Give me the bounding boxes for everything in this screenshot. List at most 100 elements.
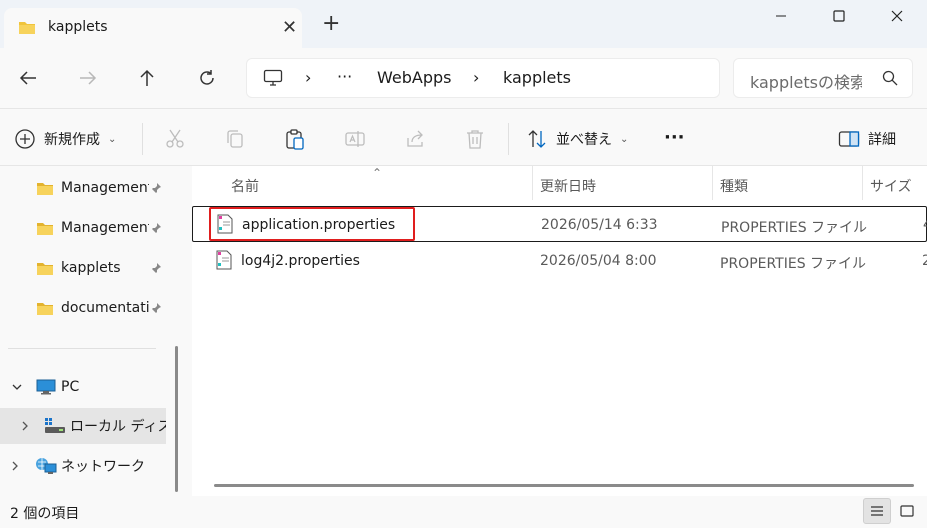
chevron-down-icon: ⌄	[620, 133, 629, 145]
maximize-button[interactable]	[816, 4, 862, 28]
file-size: 4	[923, 217, 927, 233]
column-divider[interactable]	[862, 166, 863, 200]
tab-kapplets[interactable]: kapplets ✕	[4, 8, 302, 48]
sidebar-item-local-disk[interactable]: ローカル ディスク	[0, 408, 166, 444]
table-row[interactable]: log4j2.properties 2026/05/04 8:00 PROPER…	[192, 243, 927, 279]
new-button[interactable]: 新規作成 ⌄	[14, 127, 116, 151]
details-pane-icon	[838, 131, 860, 147]
sort-button[interactable]: 並べ替え ⌄	[526, 127, 628, 151]
sidebar-item-pc[interactable]: PC	[0, 369, 170, 405]
column-divider[interactable]	[712, 166, 713, 200]
file-type: PROPERTIES ファイル	[721, 220, 868, 236]
horizontal-scrollbar[interactable]	[214, 484, 914, 487]
breadcrumb-ellipsis[interactable]: ···	[337, 67, 352, 86]
pc-icon	[36, 379, 56, 395]
drive-icon	[45, 418, 65, 433]
paste-icon[interactable]	[284, 128, 306, 150]
details-pane-label: 詳細	[868, 132, 896, 148]
pin-icon	[151, 263, 161, 274]
sidebar-item-label: PC	[61, 379, 80, 395]
delete-icon[interactable]	[464, 128, 486, 150]
file-size: 2	[922, 253, 927, 269]
sort-ascending-icon: ⌃	[372, 166, 383, 180]
sidebar-item-kapplets[interactable]: kapplets	[0, 250, 170, 286]
close-window-button[interactable]	[874, 4, 920, 28]
sidebar-divider	[8, 348, 156, 349]
file-icon	[216, 250, 232, 270]
tiles-view-icon	[900, 505, 914, 517]
sort-icon	[528, 130, 546, 148]
list-view-icon	[871, 506, 883, 516]
highlight-box	[209, 207, 415, 241]
new-button-label: 新規作成	[44, 132, 100, 148]
forward-button[interactable]	[76, 66, 100, 90]
column-header-size[interactable]: サイズ	[870, 176, 912, 196]
search-input[interactable]: kappletsの検索	[750, 69, 862, 93]
status-bar: 2 個の項目	[0, 496, 927, 528]
title-bar: kapplets ✕ +	[0, 0, 927, 48]
address-bar[interactable]: › ··· WebApps › kapplets	[246, 58, 720, 98]
sidebar-item-label: ローカル ディスク	[70, 419, 166, 435]
chevron-right-icon[interactable]	[10, 461, 20, 471]
column-header-type[interactable]: 種類	[720, 176, 748, 196]
details-pane-button[interactable]: 詳細	[838, 127, 896, 151]
sidebar-item-label: documentation	[61, 300, 149, 316]
up-button[interactable]	[135, 66, 159, 90]
divider	[142, 123, 143, 155]
file-date: 2026/05/04 8:00	[540, 253, 657, 269]
breadcrumb-webapps[interactable]: WebApps	[377, 68, 451, 87]
sidebar-item-documentation[interactable]: documentation	[0, 290, 170, 326]
breadcrumb-kapplets[interactable]: kapplets	[503, 68, 571, 87]
sidebar-item-label: ネットワーク	[61, 459, 145, 475]
tiles-view-button[interactable]	[893, 498, 921, 524]
sidebar-item-network[interactable]: ネットワーク	[0, 448, 170, 484]
search-box[interactable]: kappletsの検索	[733, 58, 913, 98]
search-icon[interactable]	[882, 70, 898, 90]
divider	[508, 123, 509, 155]
item-count: 2 個の項目	[10, 506, 80, 522]
plus-circle-icon	[15, 129, 35, 149]
sidebar-item-label: kapplets	[61, 260, 121, 276]
new-tab-button[interactable]: +	[322, 13, 340, 35]
chevron-right-icon: ›	[473, 68, 480, 87]
column-divider[interactable]	[532, 166, 533, 200]
chevron-down-icon: ⌄	[108, 133, 117, 145]
file-name[interactable]: log4j2.properties	[241, 253, 360, 269]
file-type: PROPERTIES ファイル	[720, 256, 867, 272]
column-header-name[interactable]: 名前	[231, 176, 259, 196]
pin-icon	[151, 303, 161, 314]
network-icon	[36, 458, 57, 474]
back-button[interactable]	[16, 66, 40, 90]
address-row: › ··· WebApps › kapplets kappletsの検索	[0, 48, 927, 108]
copy-icon[interactable]	[224, 128, 246, 150]
tab-title: kapplets	[48, 19, 108, 35]
folder-icon	[37, 262, 53, 275]
folder-icon	[18, 20, 36, 39]
chevron-right-icon[interactable]	[20, 421, 30, 431]
navigation-pane: Management Management kapplets documenta…	[0, 166, 192, 496]
file-date: 2026/05/14 6:33	[541, 217, 658, 233]
folder-icon	[37, 302, 53, 315]
sort-button-label: 並べ替え	[556, 132, 612, 148]
folder-icon	[37, 182, 53, 195]
minimize-button[interactable]	[758, 4, 804, 28]
refresh-button[interactable]	[195, 66, 219, 90]
pin-icon	[151, 183, 161, 194]
column-header-date[interactable]: 更新日時	[540, 176, 596, 196]
folder-icon	[37, 222, 53, 235]
chevron-down-icon[interactable]	[12, 382, 22, 392]
sidebar-item-label: Management	[61, 180, 149, 196]
pin-icon	[151, 223, 161, 234]
details-view-button[interactable]	[863, 498, 891, 524]
rename-icon[interactable]	[344, 128, 366, 150]
command-bar: 新規作成 ⌄ 並べ替え ⌄ ··· 詳細	[0, 108, 927, 166]
chevron-right-icon: ›	[305, 68, 312, 87]
sidebar-item-management-1[interactable]: Management	[0, 170, 170, 206]
sidebar-item-management-2[interactable]: Management	[0, 210, 170, 246]
more-options-button[interactable]: ···	[664, 125, 685, 149]
sidebar-item-label: Management	[61, 220, 149, 236]
tab-close-icon[interactable]: ✕	[282, 17, 297, 38]
cut-icon[interactable]	[164, 128, 186, 150]
sidebar-scrollbar[interactable]	[175, 346, 178, 492]
share-icon[interactable]	[404, 128, 426, 150]
